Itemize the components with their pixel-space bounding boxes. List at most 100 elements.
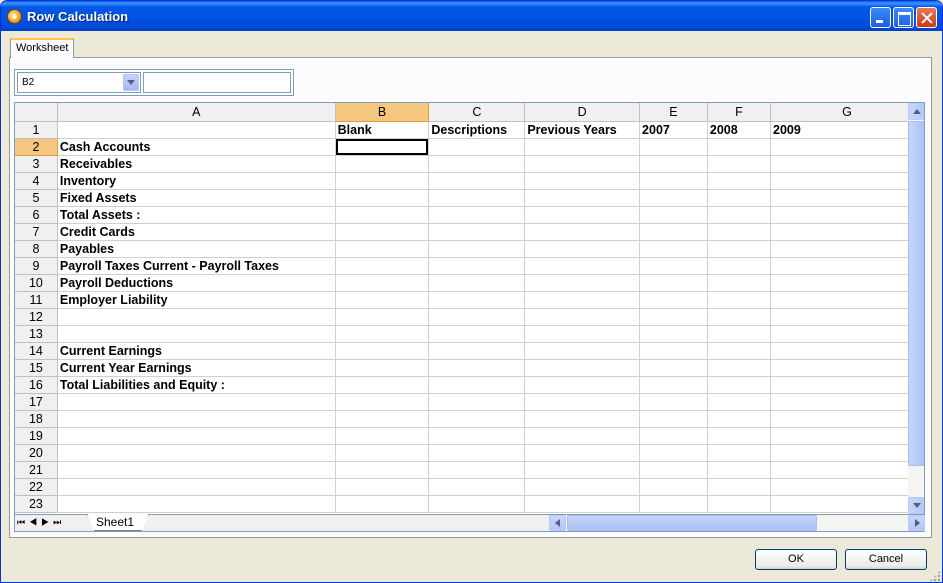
- cell-c5[interactable]: [428, 189, 526, 207]
- column-header-d[interactable]: D: [524, 103, 641, 122]
- cell-d11[interactable]: [524, 291, 641, 309]
- row-header[interactable]: 21: [15, 461, 58, 479]
- cell-c17[interactable]: [428, 393, 526, 411]
- cell-c11[interactable]: [428, 291, 526, 309]
- cell-a22[interactable]: [57, 478, 336, 496]
- cell-g14[interactable]: [770, 342, 924, 360]
- cell-c8[interactable]: [428, 240, 526, 258]
- cell-d5[interactable]: [524, 189, 641, 207]
- cell-g1[interactable]: 2009: [770, 121, 924, 139]
- cell-g2[interactable]: [770, 138, 924, 156]
- cell-g19[interactable]: [770, 427, 924, 445]
- column-header-g[interactable]: G: [770, 103, 924, 122]
- scroll-up-button[interactable]: [908, 103, 924, 120]
- cell-d23[interactable]: [524, 495, 641, 513]
- cell-f10[interactable]: [707, 274, 772, 292]
- cell-g4[interactable]: [770, 172, 924, 190]
- sheet-tab-sheet1[interactable]: Sheet1: [87, 514, 149, 531]
- cell-g10[interactable]: [770, 274, 924, 292]
- cell-a6[interactable]: Total Assets :: [57, 206, 336, 224]
- cell-b10[interactable]: [335, 274, 430, 292]
- cell-a13[interactable]: [57, 325, 336, 343]
- cell-b21[interactable]: [335, 461, 430, 479]
- cell-c21[interactable]: [428, 461, 526, 479]
- cell-c9[interactable]: [428, 257, 526, 275]
- column-header-f[interactable]: F: [707, 103, 772, 122]
- cell-a19[interactable]: [57, 427, 336, 445]
- cell-c15[interactable]: [428, 359, 526, 377]
- cell-d12[interactable]: [524, 308, 641, 326]
- cell-a7[interactable]: Credit Cards: [57, 223, 336, 241]
- cell-d18[interactable]: [524, 410, 641, 428]
- cell-a17[interactable]: [57, 393, 336, 411]
- cell-e9[interactable]: [639, 257, 708, 275]
- row-header[interactable]: 17: [15, 393, 58, 411]
- cell-b5[interactable]: [335, 189, 430, 207]
- cell-c12[interactable]: [428, 308, 526, 326]
- cell-b15[interactable]: [335, 359, 430, 377]
- row-header[interactable]: 8: [15, 240, 58, 258]
- row-header[interactable]: 12: [15, 308, 58, 326]
- cell-a15[interactable]: Current Year Earnings: [57, 359, 336, 377]
- cell-b9[interactable]: [335, 257, 430, 275]
- cell-a21[interactable]: [57, 461, 336, 479]
- cell-a9[interactable]: Payroll Taxes Current - Payroll Taxes: [57, 257, 336, 275]
- cell-b11[interactable]: [335, 291, 430, 309]
- title-bar[interactable]: Row Calculation: [1, 1, 942, 31]
- cell-b19[interactable]: [335, 427, 430, 445]
- cell-a20[interactable]: [57, 444, 336, 462]
- cell-e1[interactable]: 2007: [639, 121, 708, 139]
- cell-f20[interactable]: [707, 444, 772, 462]
- cell-g3[interactable]: [770, 155, 924, 173]
- row-header[interactable]: 23: [15, 495, 58, 513]
- cell-d7[interactable]: [524, 223, 641, 241]
- cell-b12[interactable]: [335, 308, 430, 326]
- cell-e20[interactable]: [639, 444, 708, 462]
- cell-d6[interactable]: [524, 206, 641, 224]
- cell-c1[interactable]: Descriptions: [428, 121, 526, 139]
- cell-g6[interactable]: [770, 206, 924, 224]
- cell-d17[interactable]: [524, 393, 641, 411]
- cell-d8[interactable]: [524, 240, 641, 258]
- cell-c18[interactable]: [428, 410, 526, 428]
- cell-b22[interactable]: [335, 478, 430, 496]
- cell-d1[interactable]: Previous Years: [524, 121, 641, 139]
- cell-b4[interactable]: [335, 172, 430, 190]
- cell-g15[interactable]: [770, 359, 924, 377]
- cell-e21[interactable]: [639, 461, 708, 479]
- cell-e17[interactable]: [639, 393, 708, 411]
- cell-b7[interactable]: [335, 223, 430, 241]
- cell-f6[interactable]: [707, 206, 772, 224]
- cell-g8[interactable]: [770, 240, 924, 258]
- cell-f3[interactable]: [707, 155, 772, 173]
- cell-a12[interactable]: [57, 308, 336, 326]
- row-header[interactable]: 2: [15, 138, 58, 156]
- row-header[interactable]: 6: [15, 206, 58, 224]
- cell-c2[interactable]: [428, 138, 526, 156]
- cell-d19[interactable]: [524, 427, 641, 445]
- cell-f7[interactable]: [707, 223, 772, 241]
- cell-b20[interactable]: [335, 444, 430, 462]
- cell-c16[interactable]: [428, 376, 526, 394]
- cell-e13[interactable]: [639, 325, 708, 343]
- row-header[interactable]: 20: [15, 444, 58, 462]
- cell-a18[interactable]: [57, 410, 336, 428]
- ok-button[interactable]: OK: [755, 549, 837, 570]
- formula-input[interactable]: [143, 72, 291, 93]
- row-header[interactable]: 14: [15, 342, 58, 360]
- cell-d2[interactable]: [524, 138, 641, 156]
- cell-c20[interactable]: [428, 444, 526, 462]
- cell-g11[interactable]: [770, 291, 924, 309]
- cell-b8[interactable]: [335, 240, 430, 258]
- cell-g21[interactable]: [770, 461, 924, 479]
- cell-f22[interactable]: [707, 478, 772, 496]
- select-all-corner[interactable]: [15, 103, 58, 122]
- row-header[interactable]: 19: [15, 427, 58, 445]
- cell-f4[interactable]: [707, 172, 772, 190]
- cell-f11[interactable]: [707, 291, 772, 309]
- cell-f13[interactable]: [707, 325, 772, 343]
- cell-g23[interactable]: [770, 495, 924, 513]
- cell-d20[interactable]: [524, 444, 641, 462]
- cell-a23[interactable]: [57, 495, 336, 513]
- cell-e16[interactable]: [639, 376, 708, 394]
